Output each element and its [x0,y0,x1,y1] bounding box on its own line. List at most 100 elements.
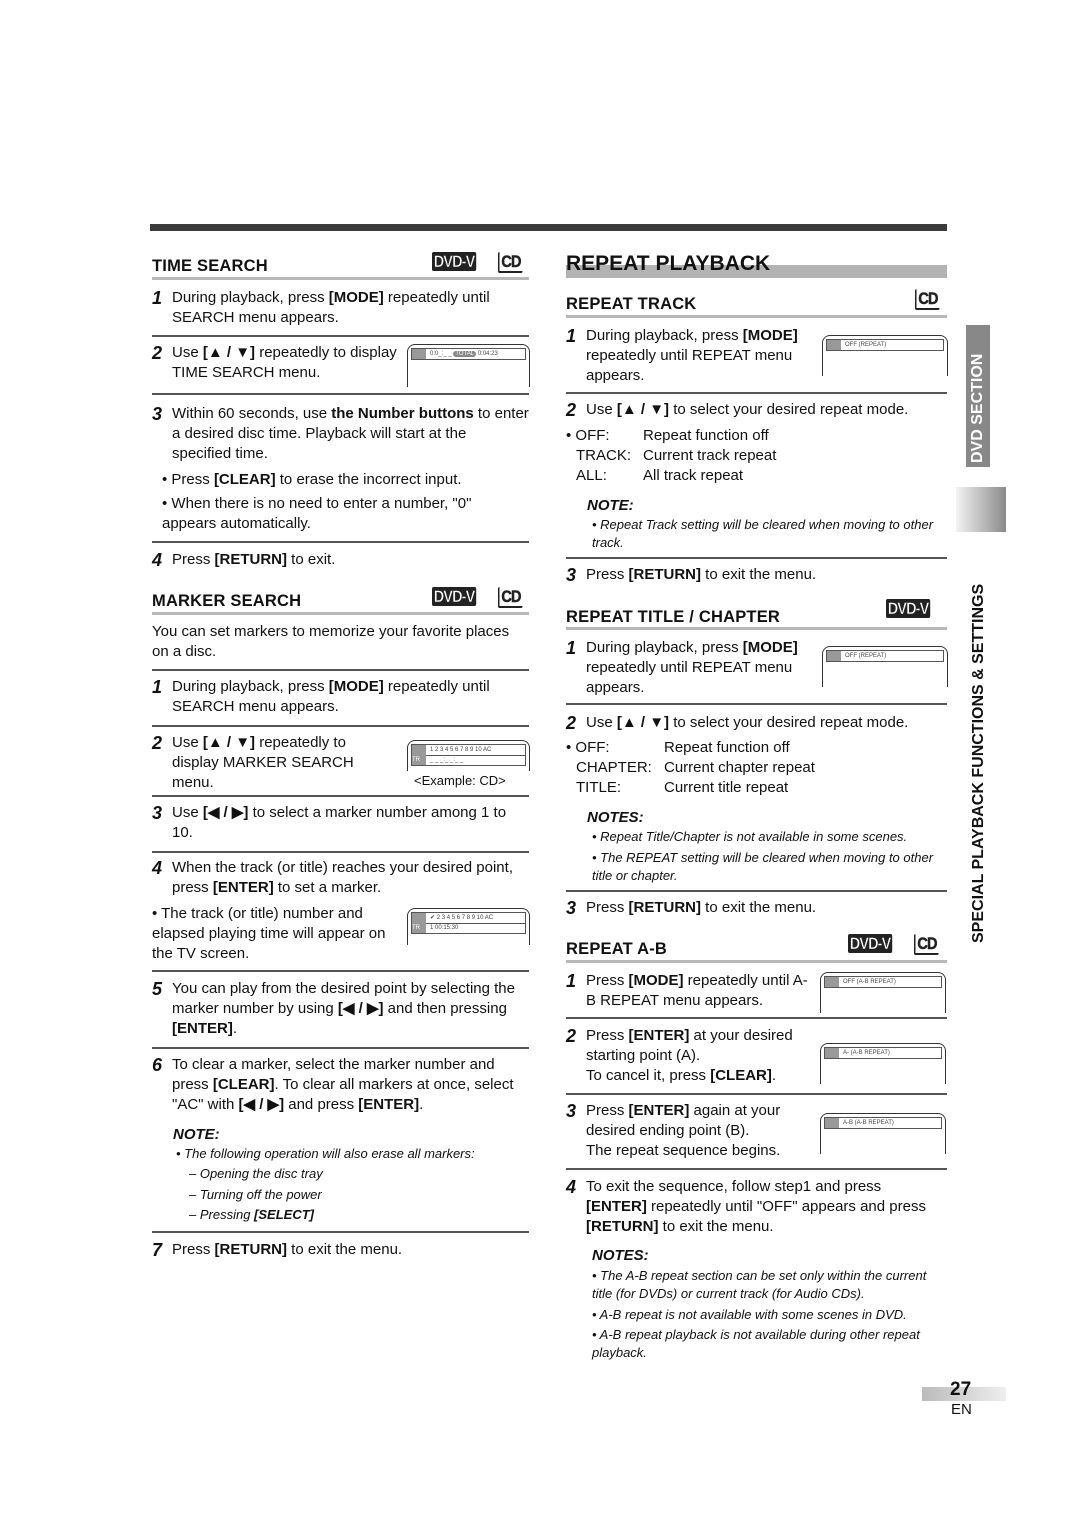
ab-repeat-screen: OFF (A-B REPEAT) [820,972,946,1013]
section-title: REPEAT TITLE / CHAPTER [566,608,781,626]
step-5: 5 You can play from the desired point by… [152,979,515,1037]
section-tab-label: DVD SECTION [969,353,986,463]
divider [152,851,529,853]
repeat-screen: OFF (REPEAT) [822,646,948,687]
divider [566,1093,947,1095]
divider [152,669,529,671]
step-4: 4 To exit the sequence, follow step1 and… [566,1177,926,1235]
heading-underline [152,277,529,280]
check-icon [412,745,426,755]
step-2: 2 Use [▲ / ▼] to select your desired rep… [566,713,909,733]
note-text: • The following operation will also eras… [176,1146,475,1161]
repeat-icon [827,340,841,350]
divider [566,1168,947,1170]
marker-screen: 1 2 3 4 5 6 7 8 9 10 AC TR _ _ _:_ _:_ _ [407,740,530,771]
step-2: 2 Use [▲ / ▼] repeatedly to display TIME… [152,343,397,381]
section-title: REPEAT A-B [566,940,667,958]
step-6: 6 To clear a marker, select the marker n… [152,1055,514,1113]
step-3: 3 Use [◀ / ▶] to select a marker number … [152,803,507,841]
heading-underline [566,315,947,318]
disc-badges: DVD-V [886,599,938,619]
time-search-heading: TIME SEARCH [152,257,268,276]
step-4: 4 Press [RETURN] to exit. [152,550,336,570]
disc-badges: CD [915,289,944,310]
chapter-tab-label: SPECIAL PLAYBACK FUNCTIONS & SETTINGS [970,583,987,943]
note-text: • The REPEAT setting will be cleared whe… [592,850,934,883]
caption: <Example: CD> [414,773,506,788]
clock-icon [412,349,426,359]
cd-badge-icon: CD [498,252,523,273]
note-text: • A-B repeat is not available with some … [592,1307,907,1322]
disc-badges: DVD-V CD [432,252,527,273]
step-1: 1 During playback, press [MODE] repeated… [152,288,490,326]
note-title: NOTES: [587,809,644,826]
step-2: 2 Use [▲ / ▼] repeatedly to display MARK… [152,733,354,791]
bullet: • When there is no need to enter a numbe… [162,495,472,532]
divider [566,557,947,559]
note-title: NOTES: [592,1247,649,1264]
divider [152,541,529,543]
step-2: 2 Use [▲ / ▼] to select your desired rep… [566,400,909,420]
divider [152,795,529,797]
marker-screen-set: ✔ 2 3 4 5 6 7 8 9 10 AC TR 1 00:15:30 [407,908,530,945]
note-item: – Opening the disc tray [189,1166,323,1181]
divider [152,970,529,972]
page-number: 27 [950,1379,972,1400]
section-title: MARKER SEARCH [152,592,302,610]
top-rule [150,224,947,231]
divider [566,1017,947,1019]
ab-icon [825,1048,839,1058]
note-item: – Turning off the power [189,1187,322,1202]
note-title: NOTE: [173,1126,220,1143]
heading-underline [152,612,529,615]
cd-badge-icon: CD [914,934,939,955]
divider [152,1231,529,1233]
note-text: • A-B repeat playback is not available d… [592,1327,920,1360]
step-3: 3 Press [RETURN] to exit the menu. [566,898,817,918]
step-3: 3 Within 60 seconds, use the Number butt… [152,404,529,462]
bullet: • Press [CLEAR] to erase the incorrect i… [162,471,462,488]
ab-repeat-screen: A- (A-B REPEAT) [820,1043,946,1084]
cd-badge-icon: CD [915,289,940,310]
divider [566,392,947,394]
heading-underline [566,627,947,630]
mode-list: • OFF: Repeat function off CHAPTER: Curren… [566,739,815,796]
marker-search-heading: MARKER SEARCH [152,592,301,611]
step-1: 1 During playback, press [MODE] repeated… [152,677,490,715]
note-item: – Pressing [SELECT] [189,1207,314,1222]
language-code: EN [951,1401,972,1418]
divider [152,335,529,337]
divider [152,725,529,727]
chapter-tab-gradient [956,487,1006,532]
dvd-v-badge-icon: DVD-V [886,599,931,618]
check-icon [412,913,426,923]
step-3: 3 Press [RETURN] to exit the menu. [566,565,817,585]
time-search-screen: 0:0_:_ _ TOTAL 0:04:23 [407,344,530,387]
bullet: • The track (or title) number and elapse… [152,905,386,962]
dvd-v-badge-icon: DVD-V [432,252,477,271]
step-3: 3 Press [ENTER] again at your desired en… [566,1101,781,1159]
divider [566,890,947,892]
step-1: 1 During playback, press [MODE] repeated… [566,326,798,384]
intro: You can set markers to memorize your fav… [152,623,510,660]
ab-icon [825,977,839,987]
note-text: • Repeat Track setting will be cleared w… [592,517,934,550]
ab-repeat-screen: A-B (A-B REPEAT) [820,1113,946,1154]
step-1: 1 During playback, press [MODE] repeated… [566,638,798,696]
note-title: NOTE: [587,497,634,514]
note-text: • The A-B repeat section can be set only… [592,1268,927,1301]
mode-list: • OFF: Repeat function off TRACK: Current … [566,427,777,484]
repeat-screen: OFF (REPEAT) [822,335,948,376]
page-title: REPEAT PLAYBACK [566,252,771,275]
divider [152,1047,529,1049]
step-7: 7 Press [RETURN] to exit the menu. [152,1240,403,1260]
step-1: 1 Press [MODE] repeatedly until A-B REPE… [566,971,808,1009]
step-4: 4 When the track (or title) reaches your… [152,858,513,896]
step-2: 2 Press [ENTER] at your desired starting… [566,1026,793,1084]
disc-badges: DVD-V CD [848,934,943,955]
divider [566,703,947,705]
repeat-icon [827,651,841,661]
section-title: REPEAT TRACK [566,295,697,313]
heading-underline [566,960,947,963]
dvd-v-badge-icon: DVD-V [432,587,477,606]
